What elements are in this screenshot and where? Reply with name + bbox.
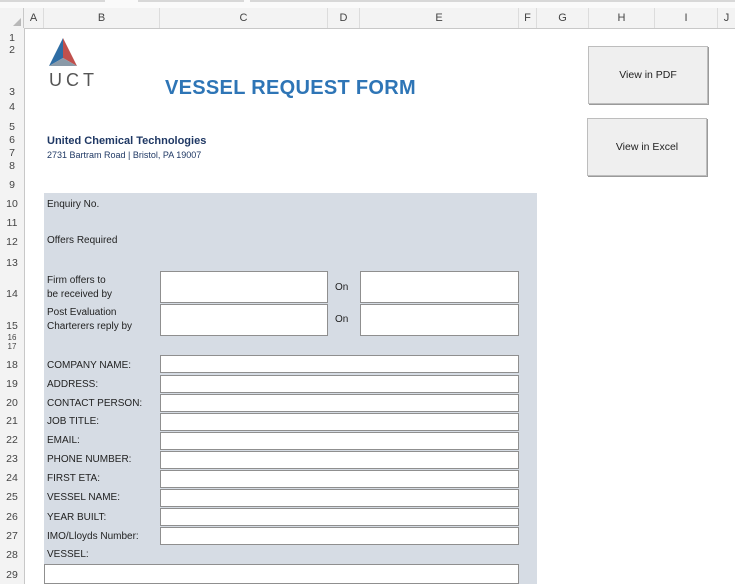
- row-header-20[interactable]: 20: [0, 398, 24, 409]
- row-header-13[interactable]: 13: [0, 258, 24, 269]
- row-header-27[interactable]: 27: [0, 531, 24, 542]
- firm-offers-on-label: On: [335, 282, 349, 293]
- job-title-field[interactable]: [160, 413, 519, 431]
- company-address: 2731 Bartram Road | Bristol, PA 19007: [47, 150, 202, 160]
- uct-logo-icon: [49, 38, 77, 66]
- firm-offers-label-line2: be received by: [47, 289, 113, 300]
- first-eta-field[interactable]: [160, 470, 519, 488]
- page-title: VESSEL REQUEST FORM: [165, 77, 416, 99]
- company-name: United Chemical Technologies: [47, 135, 207, 147]
- row-header-5[interactable]: 5: [0, 122, 24, 133]
- row-header-12[interactable]: 12: [0, 237, 24, 248]
- row-header-3[interactable]: 3: [0, 87, 24, 98]
- email-field[interactable]: [160, 432, 519, 450]
- column-header-d[interactable]: D: [328, 8, 360, 28]
- vessel-field[interactable]: [44, 564, 519, 584]
- post-evaluation-on-label: On: [335, 314, 349, 325]
- toolbar-sliver: [0, 0, 735, 8]
- contact-person-label: CONTACT PERSON:: [47, 398, 143, 409]
- column-header-e[interactable]: E: [360, 8, 519, 28]
- first-eta-label: FIRST ETA:: [47, 473, 100, 484]
- view-in-pdf-button[interactable]: View in PDF: [588, 46, 708, 104]
- column-header-h[interactable]: H: [589, 8, 655, 28]
- row-header-16[interactable]: 16: [0, 334, 24, 342]
- row-header-17[interactable]: 17: [0, 343, 24, 351]
- row-header-25[interactable]: 25: [0, 492, 24, 503]
- address-label: ADDRESS:: [47, 379, 99, 390]
- sliver-tab-1: [0, 0, 105, 2]
- phone-number-field[interactable]: [160, 451, 519, 469]
- company-name-label: COMPANY NAME:: [47, 360, 132, 371]
- job-title-label: JOB TITLE:: [47, 416, 100, 427]
- row-header-bar: 1 2 3 4 5 6 7 8 9 10 11 12 13 14 15 16 1…: [0, 28, 25, 584]
- vessel-label: VESSEL:: [47, 549, 89, 560]
- post-evaluation-label-line2: Charterers reply by: [47, 321, 133, 332]
- firm-offers-field[interactable]: [160, 271, 328, 303]
- logo-text: UCT: [49, 70, 98, 90]
- column-header-b[interactable]: B: [44, 8, 160, 28]
- firm-offers-label-line1: Firm offers to: [47, 275, 106, 286]
- column-header-g[interactable]: G: [537, 8, 589, 28]
- post-evaluation-label-line1: Post Evaluation: [47, 307, 117, 318]
- row-header-2[interactable]: 2: [0, 45, 24, 56]
- column-header-bar: A B C D E F G H I J: [0, 8, 735, 29]
- sliver-tab-3: [250, 0, 735, 2]
- row-header-21[interactable]: 21: [0, 416, 24, 427]
- column-header-c[interactable]: C: [160, 8, 328, 28]
- row-header-4[interactable]: 4: [0, 102, 24, 113]
- row-header-24[interactable]: 24: [0, 473, 24, 484]
- select-all-corner[interactable]: [0, 8, 24, 28]
- address-field[interactable]: [160, 375, 519, 393]
- phone-number-label: PHONE NUMBER:: [47, 454, 132, 465]
- row-header-15[interactable]: 15: [0, 321, 24, 332]
- company-name-field[interactable]: [160, 355, 519, 373]
- row-header-19[interactable]: 19: [0, 379, 24, 390]
- firm-offers-on-field[interactable]: [360, 271, 519, 303]
- post-evaluation-field[interactable]: [160, 304, 328, 336]
- row-header-9[interactable]: 9: [0, 180, 24, 191]
- row-header-7[interactable]: 7: [0, 148, 24, 159]
- vessel-name-field[interactable]: [160, 489, 519, 507]
- column-header-i[interactable]: I: [655, 8, 718, 28]
- enquiry-no-label: Enquiry No.: [47, 199, 100, 210]
- row-header-6[interactable]: 6: [0, 135, 24, 146]
- column-header-j[interactable]: J: [718, 8, 735, 28]
- sliver-tab-2: [138, 0, 244, 2]
- row-header-26[interactable]: 26: [0, 512, 24, 523]
- year-built-label: YEAR BUILT:: [47, 512, 107, 523]
- row-header-28[interactable]: 28: [0, 550, 24, 561]
- row-header-18[interactable]: 18: [0, 360, 24, 371]
- imo-lloyds-label: IMO/Lloyds Number:: [47, 531, 139, 542]
- row-header-11[interactable]: 11: [0, 218, 24, 229]
- row-header-8[interactable]: 8: [0, 161, 24, 172]
- row-header-14[interactable]: 14: [0, 289, 24, 300]
- row-header-29[interactable]: 29: [0, 570, 24, 581]
- imo-lloyds-field[interactable]: [160, 527, 519, 545]
- vessel-name-label: VESSEL NAME:: [47, 492, 120, 503]
- column-header-a[interactable]: A: [24, 8, 44, 28]
- post-evaluation-on-field[interactable]: [360, 304, 519, 336]
- email-label: EMAIL:: [47, 435, 80, 446]
- row-header-22[interactable]: 22: [0, 435, 24, 446]
- contact-person-field[interactable]: [160, 394, 519, 412]
- view-in-excel-button[interactable]: View in Excel: [587, 118, 707, 176]
- row-header-23[interactable]: 23: [0, 454, 24, 465]
- offers-required-label: Offers Required: [47, 235, 118, 246]
- row-header-10[interactable]: 10: [0, 199, 24, 210]
- year-built-field[interactable]: [160, 508, 519, 526]
- row-header-1[interactable]: 1: [0, 33, 24, 44]
- column-header-f[interactable]: F: [519, 8, 537, 28]
